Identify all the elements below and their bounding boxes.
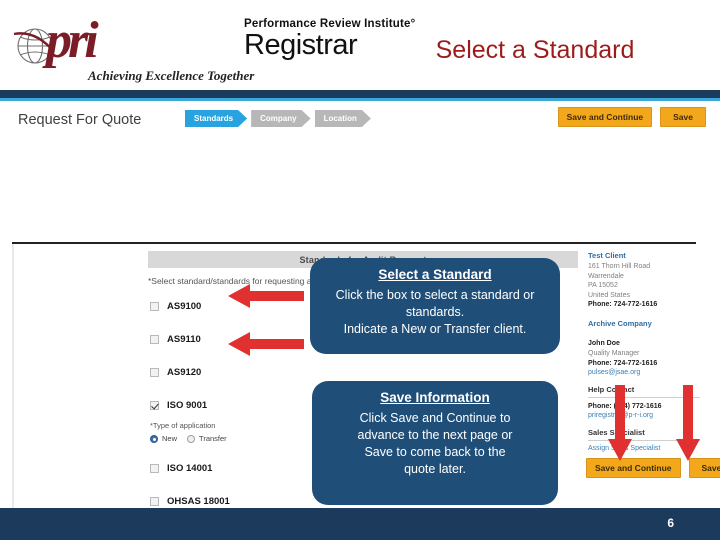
callout-save-line-2: advance to the next page or — [357, 428, 513, 442]
slide-footer — [0, 508, 720, 540]
radio-label-new: New — [162, 434, 178, 443]
breadcrumb: Standards Company Location — [185, 110, 371, 128]
red-arrow-left-application-type — [228, 332, 304, 356]
callout-select-title: Select a Standard — [378, 267, 492, 282]
standard-label-ohsas18001: OHSAS 18001 — [167, 495, 230, 507]
header-navy-band — [0, 90, 720, 98]
checkbox-as9120[interactable] — [150, 367, 159, 377]
callout-save-line-1: Click Save and Continue to — [359, 411, 511, 425]
contact-phone: Phone: 724-772-1616 — [588, 359, 658, 367]
page-title: Request For Quote — [18, 112, 142, 128]
breadcrumb-step-company[interactable]: Company — [251, 110, 310, 127]
callout-save-title: Save Information — [380, 390, 490, 405]
save-and-continue-button-bottom[interactable]: Save and Continue — [586, 458, 681, 478]
red-arrow-down-save — [676, 385, 700, 461]
callout-select-line-2: standards. — [405, 305, 465, 319]
callout-save-line-3: Save to come back to the — [364, 445, 506, 459]
callout-select-line-1: Click the box to select a standard or — [335, 288, 535, 302]
radio-transfer[interactable] — [187, 434, 196, 443]
red-arrow-left-standards — [228, 284, 304, 308]
client-address-line-2: Warrendale — [588, 272, 624, 280]
breadcrumb-step-location[interactable]: Location — [315, 110, 371, 127]
archive-company-link[interactable]: Archive Company — [588, 319, 700, 328]
standard-label-iso9001: ISO 9001 — [167, 399, 208, 411]
standard-label-as9120: AS9120 — [167, 366, 202, 378]
pri-registrar-logo: pri Performance Review Institute° Regist… — [6, 10, 415, 83]
save-button-bottom[interactable]: Save — [688, 458, 720, 478]
red-arrow-down-save-and-continue — [608, 385, 632, 461]
top-button-row: Save and Continue Save — [557, 107, 706, 127]
checkbox-ohsas18001[interactable] — [150, 496, 159, 506]
slide: pri Performance Review Institute° Regist… — [0, 0, 720, 540]
checkbox-as9110[interactable] — [150, 334, 159, 344]
checkbox-as9100[interactable] — [150, 301, 159, 311]
save-and-continue-button-top[interactable]: Save and Continue — [557, 107, 653, 127]
client-address-line-3: PA 15052 — [588, 282, 618, 289]
callout-save-line-4: quote later. — [404, 462, 466, 476]
client-address-line-1: 161 Thorn Hill Road — [588, 263, 651, 270]
bottom-button-row: Save and Continue Save — [586, 458, 720, 478]
standard-label-as9100: AS9100 — [167, 300, 202, 312]
standard-label-iso14001: ISO 14001 — [167, 462, 213, 474]
radio-label-transfer: Transfer — [199, 434, 227, 443]
contact-role: Quality Manager — [588, 350, 640, 357]
contact-email[interactable]: pulses@jsae.org — [588, 369, 700, 376]
callout-select-a-standard: Select a Standard Click the box to selec… — [310, 258, 560, 354]
breadcrumb-step-standards[interactable]: Standards — [185, 110, 247, 127]
contact-name: John Doe — [588, 340, 620, 347]
pri-wordmark-text: pri — [46, 12, 99, 69]
radio-option-transfer[interactable]: Transfer — [187, 434, 227, 443]
radio-option-new[interactable]: New — [150, 434, 177, 443]
standard-label-as9110: AS9110 — [167, 333, 201, 345]
callout-select-line-3: Indicate a New or Transfer client. — [343, 322, 527, 336]
client-phone: Phone: 724-772-1616 — [588, 301, 658, 308]
logo-slogan: Achieving Excellence Together — [88, 68, 255, 83]
radio-new[interactable] — [150, 434, 158, 443]
callout-save-information: Save Information Click Save and Continue… — [312, 381, 558, 505]
slide-title: Select a Standard — [435, 36, 635, 64]
client-name[interactable]: Test Client — [588, 251, 700, 260]
content-top-rule — [12, 242, 696, 244]
standard-row-as9120[interactable]: AS9120 — [150, 365, 370, 379]
save-button-top[interactable]: Save — [660, 107, 706, 127]
checkbox-iso9001[interactable] — [150, 400, 159, 410]
content-left-rule — [12, 244, 14, 540]
pri-wordmark: pri — [46, 15, 236, 67]
checkbox-iso14001[interactable] — [150, 463, 159, 473]
client-address-line-4: United States — [588, 291, 631, 299]
page-number: 6 — [667, 516, 674, 530]
slide-header: pri Performance Review Institute° Regist… — [0, 0, 720, 90]
